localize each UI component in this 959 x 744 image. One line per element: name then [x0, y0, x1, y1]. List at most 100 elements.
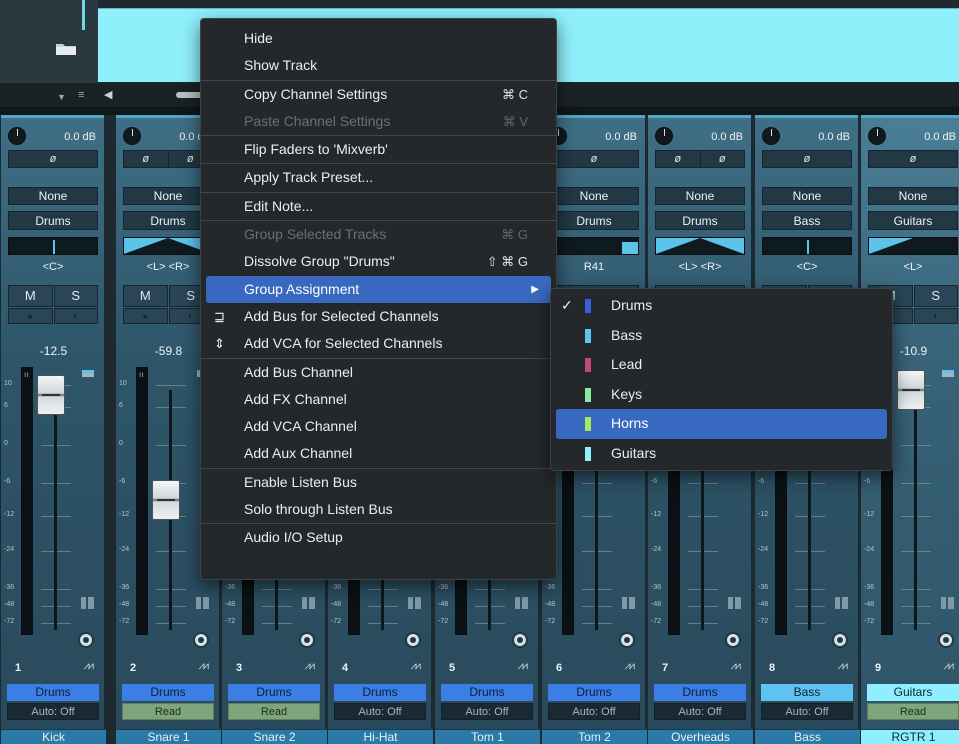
phase-invert-button[interactable]: ø [868, 150, 958, 168]
menu-item-add-fx-channel[interactable]: Add FX Channel [201, 386, 556, 413]
channel-name[interactable]: Kick [1, 729, 106, 744]
menu-item-enable-listen-bus[interactable]: Enable Listen Bus [201, 469, 556, 496]
output-selector[interactable]: Bass [762, 211, 852, 230]
waveform-icon[interactable]: ⩘⩘ [199, 660, 210, 673]
input-selector[interactable]: None [868, 187, 958, 205]
group-label[interactable]: Drums [654, 684, 746, 701]
input-monitor-icon[interactable] [299, 632, 315, 648]
menu-item-dissolve-group[interactable]: Dissolve Group "Drums" ⇧ ⌘ G [201, 248, 556, 275]
automation-mode[interactable]: Auto: Off [654, 703, 746, 720]
input-gain-knob[interactable] [762, 127, 780, 145]
channel-name[interactable]: Tom 1 [435, 729, 540, 744]
automation-mode[interactable]: Auto: Off [441, 703, 533, 720]
input-monitor-icon[interactable] [193, 632, 209, 648]
monitor-icon[interactable]: ◐ [913, 308, 958, 324]
list-icon[interactable]: ≡ [78, 89, 84, 101]
group-label[interactable]: Drums [334, 684, 426, 701]
channel-name[interactable]: Overheads [648, 729, 753, 744]
submenu-item-lead[interactable]: Lead [551, 350, 892, 380]
input-selector[interactable]: None [549, 187, 639, 205]
solo-button[interactable]: S [53, 285, 98, 307]
monitor-icon[interactable]: ◐ [53, 308, 98, 324]
output-selector[interactable]: Guitars [868, 211, 958, 230]
channel-name[interactable]: Snare 1 [116, 729, 221, 744]
menu-item-add-vca-channel[interactable]: Add VCA Channel [201, 413, 556, 440]
phase-invert-button[interactable]: ø [549, 150, 639, 168]
channel-name[interactable]: Bass [755, 729, 860, 744]
group-label[interactable]: Drums [548, 684, 640, 701]
menu-item-add-aux-channel[interactable]: Add Aux Channel [201, 440, 556, 467]
submenu-item-drums[interactable]: ✓ Drums [551, 291, 892, 321]
output-selector[interactable]: Drums [655, 211, 745, 230]
automation-mode[interactable]: Auto: Off [761, 703, 853, 720]
menu-item-solo-listen-bus[interactable]: Solo through Listen Bus [201, 496, 556, 523]
mute-button[interactable]: M [8, 285, 53, 307]
input-selector[interactable]: None [762, 187, 852, 205]
group-label[interactable]: Drums [122, 684, 214, 701]
input-gain-knob[interactable] [655, 127, 673, 145]
record-arm-icon[interactable]: ● [123, 308, 168, 324]
menu-item-group-assignment[interactable]: Group Assignment ▶ [206, 275, 551, 303]
pan-control[interactable] [655, 237, 745, 255]
channel-name[interactable]: Tom 2 [542, 729, 647, 744]
input-monitor-icon[interactable] [832, 632, 848, 648]
menu-item-audio-io-setup[interactable]: Audio I/O Setup [201, 524, 556, 551]
waveform-icon[interactable]: ⩘⩘ [84, 660, 95, 673]
waveform-icon[interactable]: ⩘⩘ [305, 660, 316, 673]
volume-fader[interactable] [897, 370, 925, 410]
waveform-icon[interactable]: ⩘⩘ [838, 660, 849, 673]
input-gain-knob[interactable] [123, 127, 141, 145]
pan-control[interactable] [549, 237, 639, 255]
group-label[interactable]: Bass [761, 684, 853, 701]
channel-name[interactable]: RGTR 1 [861, 729, 959, 744]
automation-mode[interactable]: Read [228, 703, 320, 720]
waveform-icon[interactable]: ⩘⩘ [518, 660, 529, 673]
mute-button[interactable]: M [123, 285, 168, 307]
volume-fader[interactable] [37, 375, 65, 415]
record-arm-icon[interactable]: ● [8, 308, 53, 324]
group-label[interactable]: Drums [7, 684, 99, 701]
collapse-triangle-icon[interactable]: ▼ [57, 92, 66, 102]
input-monitor-icon[interactable] [512, 632, 528, 648]
group-label[interactable]: Drums [228, 684, 320, 701]
output-selector[interactable]: Drums [8, 211, 98, 230]
channel-name[interactable]: Snare 2 [222, 729, 327, 744]
volume-fader[interactable] [152, 480, 180, 520]
automation-mode[interactable]: Auto: Off [334, 703, 426, 720]
menu-item-hide[interactable]: Hide [201, 25, 556, 52]
waveform-icon[interactable]: ⩘⩘ [625, 660, 636, 673]
pan-control[interactable] [868, 237, 958, 255]
automation-mode[interactable]: Read [122, 703, 214, 720]
pan-control[interactable] [8, 237, 98, 255]
input-gain-knob[interactable] [868, 127, 886, 145]
submenu-item-bass[interactable]: Bass [551, 321, 892, 351]
solo-button[interactable]: S [913, 285, 958, 307]
input-monitor-icon[interactable] [619, 632, 635, 648]
menu-item-add-vca-selected[interactable]: ⇕ Add VCA for Selected Channels [201, 330, 556, 357]
scroll-left-icon[interactable]: ◀ [104, 88, 112, 101]
input-monitor-icon[interactable] [405, 632, 421, 648]
menu-item-flip-faders[interactable]: Flip Faders to 'Mixverb' [201, 136, 556, 163]
menu-item-apply-track-preset[interactable]: Apply Track Preset... [201, 164, 556, 191]
pan-control[interactable] [762, 237, 852, 255]
waveform-icon[interactable]: ⩘⩘ [411, 660, 422, 673]
submenu-item-keys[interactable]: Keys [551, 380, 892, 410]
input-gain-knob[interactable] [8, 127, 26, 145]
submenu-item-guitars[interactable]: Guitars [551, 439, 892, 469]
channel-name[interactable]: Hi-Hat [328, 729, 433, 744]
menu-item-show-track[interactable]: Show Track [201, 52, 556, 79]
input-monitor-icon[interactable] [938, 632, 954, 648]
input-monitor-icon[interactable] [725, 632, 741, 648]
input-selector[interactable]: None [655, 187, 745, 205]
group-label[interactable]: Guitars [867, 684, 959, 701]
menu-item-copy-channel-settings[interactable]: Copy Channel Settings ⌘ C [201, 81, 556, 108]
folder-icon[interactable] [55, 42, 77, 56]
menu-item-edit-note[interactable]: Edit Note... [201, 193, 556, 220]
menu-item-add-bus-channel[interactable]: Add Bus Channel [201, 359, 556, 386]
input-selector[interactable]: None [8, 187, 98, 205]
automation-mode[interactable]: Auto: Off [548, 703, 640, 720]
automation-mode[interactable]: Auto: Off [7, 703, 99, 720]
phase-invert-button[interactable]: øø [655, 150, 745, 168]
menu-item-add-bus-selected[interactable]: ⊒ Add Bus for Selected Channels [201, 303, 556, 330]
waveform-icon[interactable]: ⩘⩘ [731, 660, 742, 673]
